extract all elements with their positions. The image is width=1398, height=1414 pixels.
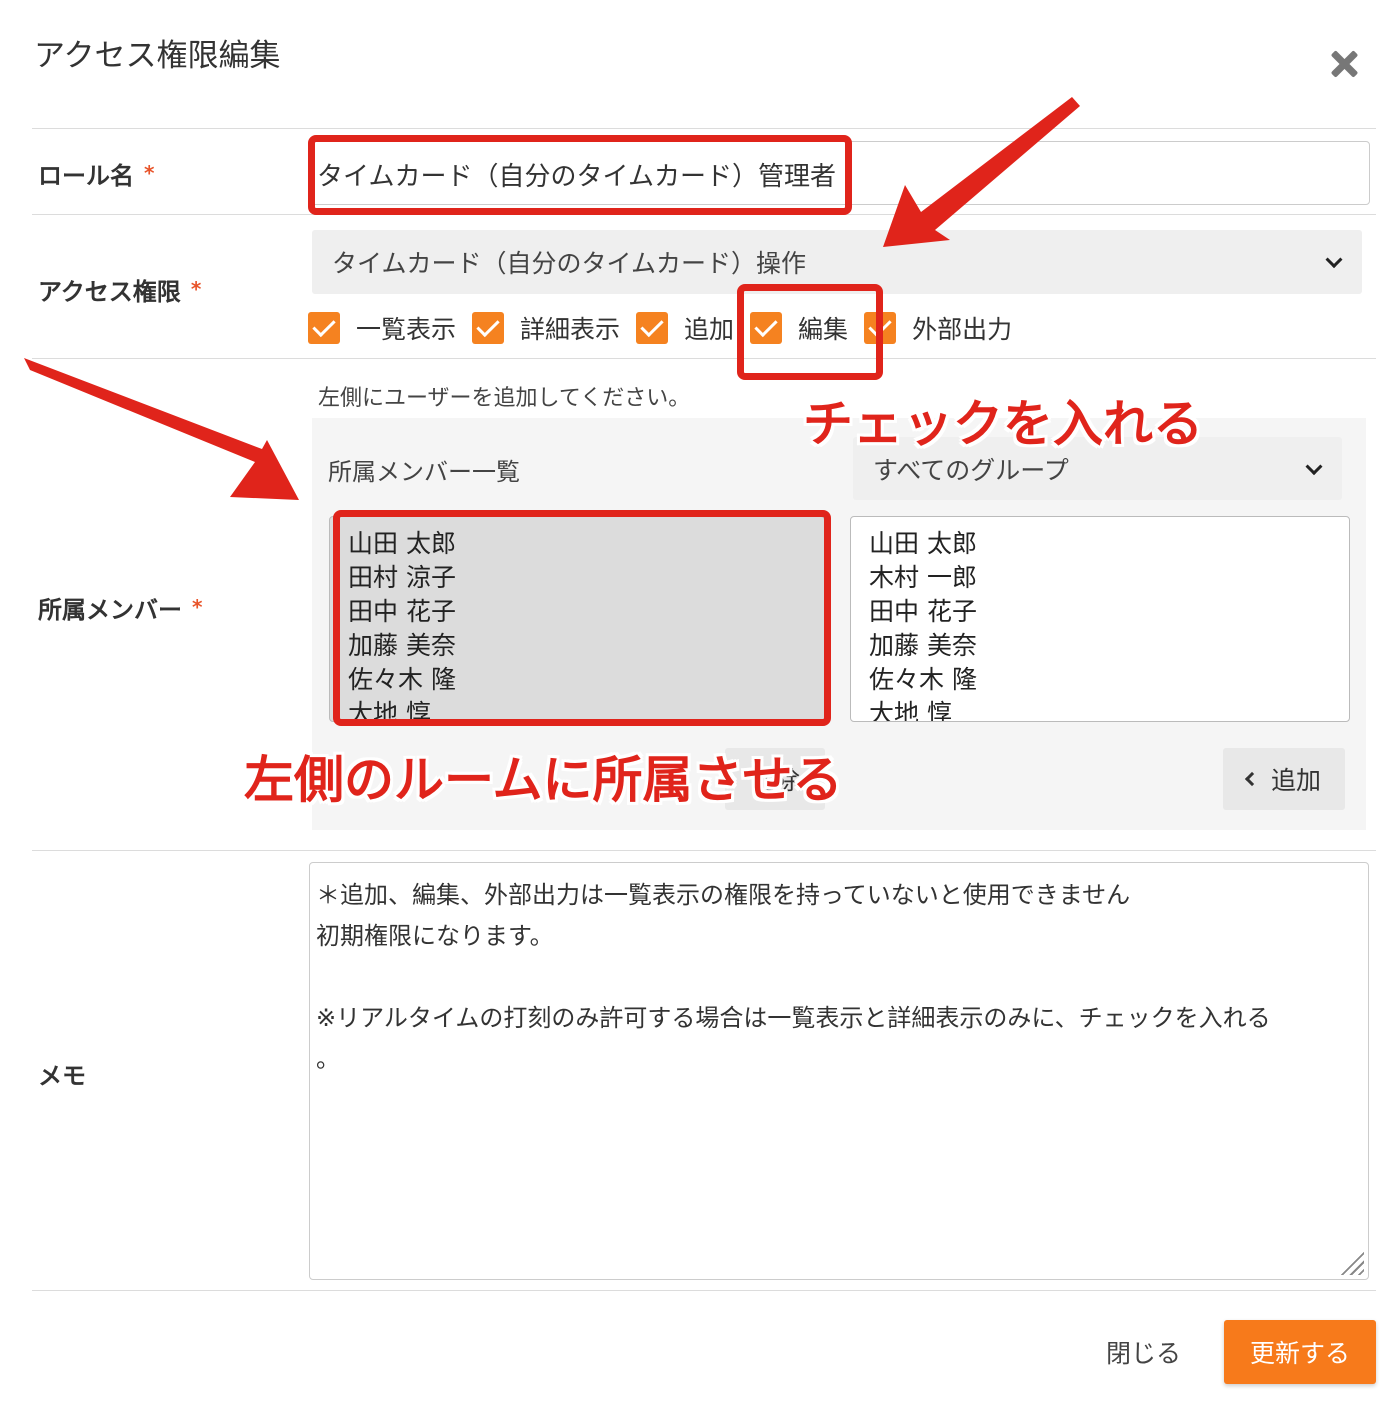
annotation-arrows — [24, 97, 1080, 500]
arrow-icon — [883, 97, 1080, 247]
arrow-icon — [24, 358, 299, 500]
